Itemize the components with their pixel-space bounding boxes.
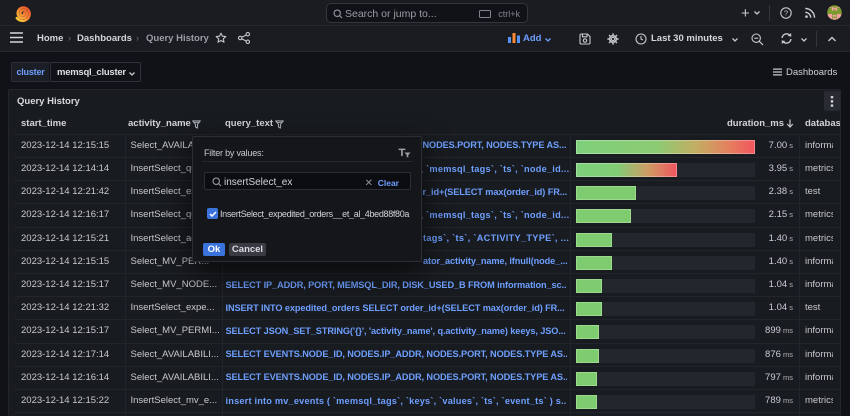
svg-text:?: ?	[784, 9, 788, 18]
